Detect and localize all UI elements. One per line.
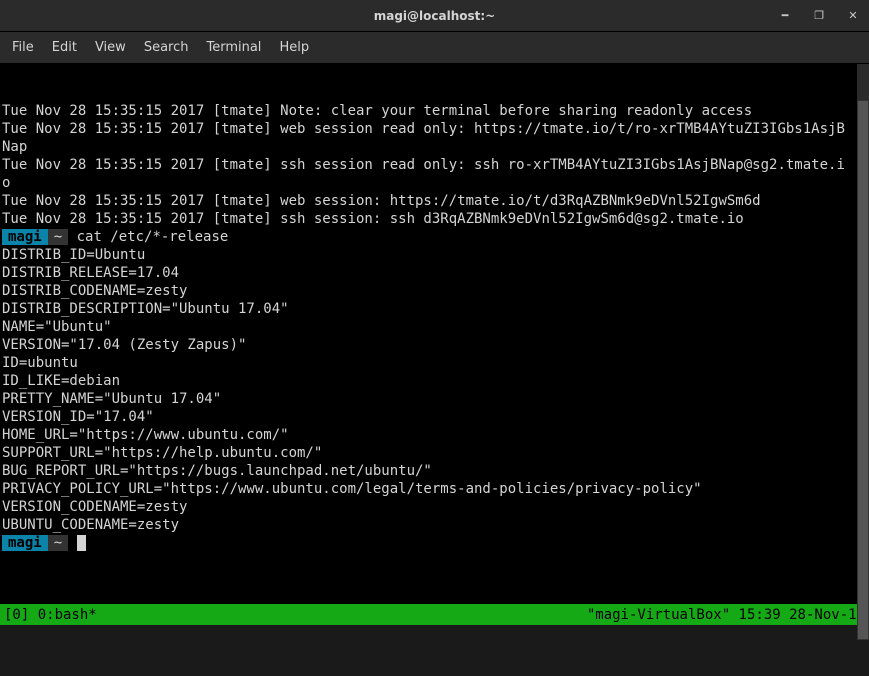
prompt-user: magi <box>2 229 48 245</box>
minimize-button[interactable]: ━ <box>775 6 795 26</box>
terminal-line: Tue Nov 28 15:35:15 2017 [tmate] ssh ses… <box>2 156 853 192</box>
output-line: DISTRIB_DESCRIPTION="Ubuntu 17.04" <box>2 300 853 318</box>
terminal-line: Tue Nov 28 15:35:15 2017 [tmate] ssh ses… <box>2 210 853 228</box>
terminal-content: Tue Nov 28 15:35:15 2017 [tmate] Note: c… <box>2 102 853 552</box>
close-button[interactable]: ✕ <box>843 6 863 26</box>
menu-edit[interactable]: Edit <box>44 36 85 59</box>
scrollbar[interactable] <box>857 64 869 604</box>
output-line: SUPPORT_URL="https://help.ubuntu.com/" <box>2 444 853 462</box>
statusbar-left: [0] 0:bash* <box>4 607 97 623</box>
titlebar: magi@localhost:~ ━ ❐ ✕ <box>0 0 869 32</box>
menu-file[interactable]: File <box>4 36 42 59</box>
output-line: UBUNTU_CODENAME=zesty <box>2 516 853 534</box>
window-controls: ━ ❐ ✕ <box>775 0 863 31</box>
menu-view[interactable]: View <box>87 36 134 59</box>
statusbar: [0] 0:bash* "magi-VirtualBox" 15:39 28-N… <box>0 604 869 625</box>
output-line: DISTRIB_RELEASE=17.04 <box>2 264 853 282</box>
menu-search[interactable]: Search <box>136 36 197 59</box>
prompt-path: ~ <box>48 535 68 551</box>
terminal-line: Tue Nov 28 15:35:15 2017 [tmate] Note: c… <box>2 102 853 120</box>
prompt-line: magi~ cat /etc/*-release <box>2 228 853 246</box>
window-title: magi@localhost:~ <box>374 9 496 23</box>
output-line: ID=ubuntu <box>2 354 853 372</box>
output-line: VERSION_CODENAME=zesty <box>2 498 853 516</box>
scrollbar-thumb[interactable] <box>857 100 869 640</box>
menu-help[interactable]: Help <box>271 36 317 59</box>
output-line: PRIVACY_POLICY_URL="https://www.ubuntu.c… <box>2 480 853 498</box>
output-line: NAME="Ubuntu" <box>2 318 853 336</box>
output-line: VERSION="17.04 (Zesty Zapus)" <box>2 336 853 354</box>
cursor <box>77 535 86 551</box>
output-line: HOME_URL="https://www.ubuntu.com/" <box>2 426 853 444</box>
command-text: cat /etc/*-release <box>77 229 229 245</box>
menu-terminal[interactable]: Terminal <box>198 36 269 59</box>
output-line: PRETTY_NAME="Ubuntu 17.04" <box>2 390 853 408</box>
prompt-user: magi <box>2 535 48 551</box>
terminal-line: Tue Nov 28 15:35:15 2017 [tmate] web ses… <box>2 192 853 210</box>
prompt-line: magi~ <box>2 534 853 552</box>
output-line: VERSION_ID="17.04" <box>2 408 853 426</box>
maximize-button[interactable]: ❐ <box>809 6 829 26</box>
output-line: ID_LIKE=debian <box>2 372 853 390</box>
output-line: DISTRIB_CODENAME=zesty <box>2 282 853 300</box>
prompt-path: ~ <box>48 229 68 245</box>
output-line: DISTRIB_ID=Ubuntu <box>2 246 853 264</box>
terminal[interactable]: Tue Nov 28 15:35:15 2017 [tmate] Note: c… <box>0 64 869 604</box>
statusbar-right: "magi-VirtualBox" 15:39 28-Nov-17 <box>587 607 865 623</box>
menubar: File Edit View Search Terminal Help <box>0 32 869 64</box>
output-line: BUG_REPORT_URL="https://bugs.launchpad.n… <box>2 462 853 480</box>
terminal-line: Tue Nov 28 15:35:15 2017 [tmate] web ses… <box>2 120 853 156</box>
